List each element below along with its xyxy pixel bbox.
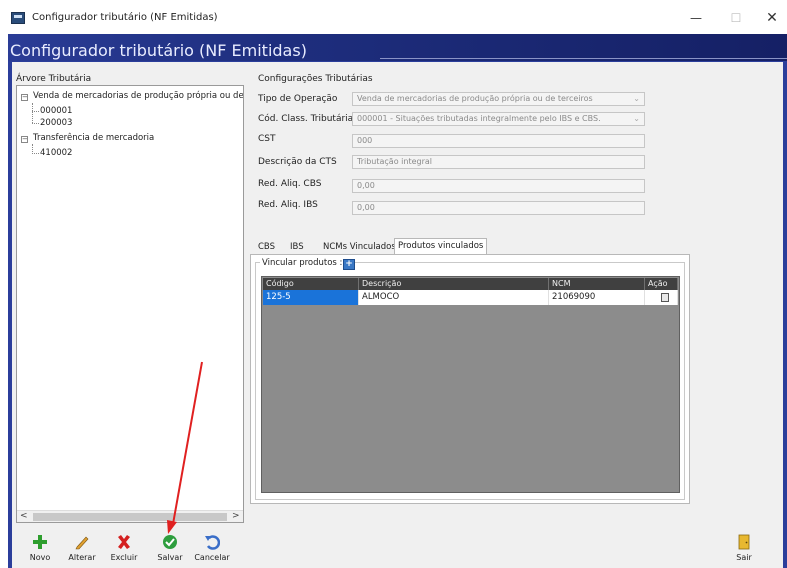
vincular-produtos-label: Vincular produtos : bbox=[260, 258, 345, 268]
label-red-aliq-ibs: Red. Aliq. IBS bbox=[258, 200, 318, 210]
close-button[interactable]: ✕ bbox=[752, 8, 787, 28]
tipo-operacao-select[interactable]: Venda de mercadorias de produção própria… bbox=[352, 92, 645, 106]
label-descricao-cts: Descrição da CTS bbox=[258, 157, 337, 167]
tree-node-venda[interactable]: Venda de mercadorias de produção própria… bbox=[33, 91, 243, 101]
window-titlebar: Configurador tributário (NF Emitidas) — … bbox=[0, 0, 787, 34]
label-cod-class: Cód. Class. Tributária bbox=[258, 114, 354, 124]
tree-connector bbox=[32, 103, 33, 123]
col-ncm[interactable]: NCM bbox=[549, 278, 645, 290]
col-acao[interactable]: Ação bbox=[645, 278, 678, 290]
tree-node-transferencia[interactable]: Transferência de mercadoria bbox=[33, 133, 154, 143]
alterar-label: Alterar bbox=[68, 553, 96, 562]
minimize-button[interactable]: — bbox=[676, 8, 716, 28]
cod-class-value: 000001 - Situações tributadas integralme… bbox=[357, 114, 601, 123]
tab-ibs[interactable]: IBS bbox=[287, 240, 307, 255]
scroll-right-icon[interactable]: > bbox=[232, 511, 240, 521]
tree-node-200003[interactable]: 200003 bbox=[40, 118, 72, 128]
cst-value: 000 bbox=[357, 136, 373, 145]
tree-hscrollbar[interactable]: < > bbox=[17, 510, 243, 522]
app-icon bbox=[11, 12, 25, 24]
excluir-label: Excluir bbox=[110, 553, 138, 562]
salvar-button[interactable]: Salvar bbox=[152, 534, 188, 562]
plus-icon bbox=[33, 535, 47, 549]
cell-descricao[interactable]: ALMOCO bbox=[359, 290, 549, 305]
door-icon bbox=[738, 534, 750, 550]
red-aliq-cbs-field[interactable]: 0,00 bbox=[352, 179, 645, 193]
tree-connector bbox=[32, 123, 39, 124]
chevron-down-icon: ⌄ bbox=[633, 94, 640, 103]
tab-produtos-vinculados[interactable]: Produtos vinculados bbox=[394, 238, 488, 254]
tree-expander-1[interactable]: − bbox=[21, 94, 28, 101]
cell-acao[interactable] bbox=[645, 290, 678, 305]
banner-divider bbox=[380, 58, 787, 59]
label-red-aliq-cbs: Red. Aliq. CBS bbox=[258, 179, 322, 189]
tab-ncms-vinculados[interactable]: NCMs Vinculados bbox=[320, 240, 399, 255]
alterar-button[interactable]: Alterar bbox=[62, 534, 102, 562]
descricao-cts-field[interactable]: Tributação integral bbox=[352, 155, 645, 169]
tree-header: Árvore Tributária bbox=[16, 74, 92, 84]
tree-node-000001[interactable]: 000001 bbox=[40, 106, 72, 116]
descricao-cts-value: Tributação integral bbox=[357, 157, 432, 166]
products-grid[interactable] bbox=[261, 276, 680, 493]
label-cst: CST bbox=[258, 134, 276, 144]
tree-node-410002[interactable]: 410002 bbox=[40, 148, 72, 158]
pencil-icon bbox=[75, 536, 89, 550]
cst-field[interactable]: 000 bbox=[352, 134, 645, 148]
cod-class-select[interactable]: 000001 - Situações tributadas integralme… bbox=[352, 112, 645, 126]
label-tipo-operacao: Tipo de Operação bbox=[258, 94, 338, 104]
config-section-title: Configurações Tributárias bbox=[258, 74, 373, 84]
window-title: Configurador tributário (NF Emitidas) bbox=[32, 12, 218, 23]
tree-expander-2[interactable]: − bbox=[21, 136, 28, 143]
tree-connector bbox=[32, 111, 39, 112]
col-descricao[interactable]: Descrição bbox=[359, 278, 549, 290]
red-aliq-cbs-value: 0,00 bbox=[357, 181, 375, 190]
tree-connector bbox=[32, 153, 39, 154]
scroll-left-icon[interactable]: < bbox=[20, 511, 28, 521]
banner-title: Configurador tributário (NF Emitidas) bbox=[10, 41, 307, 60]
chevron-down-icon: ⌄ bbox=[633, 114, 640, 123]
excluir-button[interactable]: Excluir bbox=[106, 534, 142, 562]
cell-ncm[interactable]: 21069090 bbox=[549, 290, 645, 305]
tipo-operacao-value: Venda de mercadorias de produção própria… bbox=[357, 94, 593, 103]
cell-codigo[interactable]: 125-5 bbox=[263, 290, 359, 305]
red-aliq-ibs-value: 0,00 bbox=[357, 203, 375, 212]
check-icon bbox=[163, 535, 177, 549]
sair-button[interactable]: Sair bbox=[730, 534, 758, 562]
cancelar-button[interactable]: Cancelar bbox=[192, 534, 232, 562]
novo-label: Novo bbox=[29, 553, 51, 562]
scroll-thumb[interactable] bbox=[33, 513, 227, 521]
sair-label: Sair bbox=[736, 553, 752, 562]
x-icon bbox=[118, 535, 130, 549]
col-codigo[interactable]: Código bbox=[263, 278, 359, 290]
undo-icon bbox=[205, 535, 220, 550]
cancelar-label: Cancelar bbox=[194, 553, 230, 562]
novo-button[interactable]: Novo bbox=[24, 534, 56, 562]
salvar-label: Salvar bbox=[157, 553, 183, 562]
red-aliq-ibs-field[interactable]: 0,00 bbox=[352, 201, 645, 215]
tax-tree[interactable]: − Venda de mercadorias de produção própr… bbox=[16, 85, 244, 523]
tab-cbs[interactable]: CBS bbox=[255, 240, 278, 255]
maximize-button[interactable]: ☐ bbox=[716, 8, 756, 28]
add-product-button[interactable]: + bbox=[343, 259, 355, 270]
delete-row-icon[interactable] bbox=[661, 293, 669, 302]
